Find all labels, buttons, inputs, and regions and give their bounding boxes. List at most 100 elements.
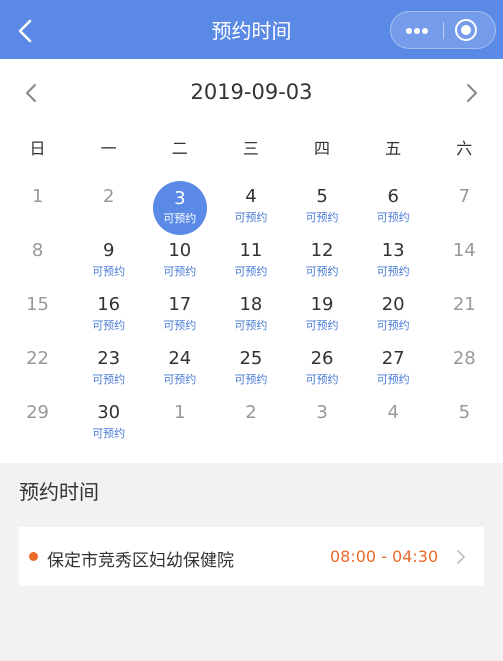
calendar-day[interactable]: 4: [358, 387, 429, 441]
weekday-label: 四: [314, 139, 331, 158]
availability-label: 可预约: [92, 265, 126, 278]
day-number: 25: [239, 348, 263, 369]
navigation-bar: 预约时间: [0, 0, 503, 59]
calendar-day[interactable]: 14: [429, 225, 500, 279]
day-number: 29: [26, 402, 50, 423]
chevron-right-icon: [467, 84, 477, 102]
day-number: 21: [452, 294, 476, 315]
calendar-day[interactable]: 13 可预约: [358, 225, 429, 279]
availability-label: 可预约: [305, 211, 339, 224]
day-number: 13: [381, 240, 405, 261]
weekday-label: 三: [242, 139, 259, 158]
day-number: 3: [316, 402, 328, 423]
day-number: 20: [381, 294, 405, 315]
weekday-label: 五: [385, 139, 402, 158]
availability-label: 可预约: [305, 373, 339, 386]
availability-label: 可预约: [92, 319, 126, 332]
calendar-day[interactable]: 23 可预约: [73, 333, 144, 387]
calendar-day[interactable]: 8: [2, 225, 73, 279]
day-number: 6: [387, 186, 399, 207]
next-month-button[interactable]: [461, 82, 481, 104]
calendar-day-selected[interactable]: 3 可预约: [144, 171, 215, 235]
calendar-day[interactable]: 29: [2, 387, 73, 441]
calendar-day[interactable]: 1: [2, 171, 73, 225]
day-number: 16: [97, 294, 121, 315]
availability-label: 可预约: [305, 319, 339, 332]
calendar-day[interactable]: 20 可预约: [358, 279, 429, 333]
weekday-label: 一: [100, 139, 117, 158]
day-number: 15: [26, 294, 50, 315]
availability-label: 可预约: [163, 265, 197, 278]
calendar-day[interactable]: 9 可预约: [73, 225, 144, 279]
day-number: 30: [97, 402, 121, 423]
status-dot-icon: [29, 552, 38, 561]
calendar-day[interactable]: 15: [2, 279, 73, 333]
calendar-day[interactable]: 26 可预约: [287, 333, 358, 387]
calendar-day[interactable]: 22: [2, 333, 73, 387]
day-number: 5: [458, 402, 471, 423]
day-number: 1: [174, 402, 186, 423]
appointment-item[interactable]: 保定市竞秀区妇幼保健院 08:00 - 04:30: [19, 527, 484, 586]
calendar-day[interactable]: 10 可预约: [144, 225, 215, 279]
calendar-day[interactable]: 7: [429, 171, 500, 225]
day-number: 12: [310, 240, 334, 261]
availability-label: 可预约: [163, 212, 197, 225]
calendar-day[interactable]: 6 可预约: [358, 171, 429, 225]
weekday-header: 日 一 二 三 四 五 六: [2, 135, 500, 159]
availability-label: 可预约: [376, 211, 410, 224]
calendar-day[interactable]: 21: [429, 279, 500, 333]
current-date: 2019-09-03: [190, 80, 313, 104]
availability-label: 可预约: [92, 427, 126, 440]
calendar-day[interactable]: 27 可预约: [358, 333, 429, 387]
day-number: 11: [239, 240, 263, 261]
day-number: 26: [310, 348, 334, 369]
day-number: 4: [245, 186, 257, 207]
capsule-divider: [443, 22, 444, 39]
availability-label: 可预约: [305, 265, 339, 278]
availability-label: 可预约: [163, 373, 197, 386]
calendar-day[interactable]: 30 可预约: [73, 387, 144, 441]
day-number: 9: [102, 240, 115, 261]
availability-label: 可预约: [376, 265, 410, 278]
section-title: 预约时间: [19, 480, 99, 504]
day-number: 4: [387, 402, 399, 423]
calendar-day[interactable]: 28: [429, 333, 500, 387]
calendar-day[interactable]: 5 可预约: [287, 171, 358, 225]
availability-label: 可预约: [234, 211, 268, 224]
calendar-day[interactable]: 18 可预约: [215, 279, 286, 333]
day-number: 5: [316, 186, 328, 207]
calendar-day[interactable]: 24 可预约: [144, 333, 215, 387]
day-number: 17: [168, 294, 192, 315]
month-navigation: 2019-09-03: [0, 59, 503, 127]
calendar-day[interactable]: 12 可预约: [287, 225, 358, 279]
mini-program-capsule: [390, 11, 496, 49]
calendar-day[interactable]: 2: [73, 171, 144, 225]
calendar: 2019-09-03 日 一 二 三 四 五 六 1 2 3 可预约 4 可预约 5 可预约 6…: [0, 59, 503, 463]
day-number: 27: [381, 348, 405, 369]
calendar-day[interactable]: 17 可预约: [144, 279, 215, 333]
calendar-day[interactable]: 11 可预约: [215, 225, 286, 279]
hospital-name: 保定市竞秀区妇幼保健院: [47, 551, 234, 571]
chevron-right-icon: [457, 550, 465, 564]
calendar-day[interactable]: 2: [215, 387, 286, 441]
day-number: 3: [174, 188, 186, 209]
day-number: 28: [452, 348, 476, 369]
more-button[interactable]: [391, 12, 443, 48]
close-button[interactable]: [455, 19, 477, 41]
day-number: 22: [26, 348, 50, 369]
calendar-day[interactable]: 3: [287, 387, 358, 441]
calendar-day[interactable]: 4 可预约: [215, 171, 286, 225]
day-number: 19: [310, 294, 334, 315]
weekday-label: 六: [456, 139, 473, 158]
calendar-day[interactable]: 1: [144, 387, 215, 441]
day-number: 2: [245, 402, 257, 423]
availability-label: 可预约: [234, 373, 268, 386]
day-number: 2: [102, 186, 115, 207]
calendar-day[interactable]: 25 可预约: [215, 333, 286, 387]
day-number: 7: [458, 186, 471, 207]
calendar-day[interactable]: 5: [429, 387, 500, 441]
calendar-day[interactable]: 19 可预约: [287, 279, 358, 333]
availability-label: 可预约: [234, 319, 268, 332]
calendar-day[interactable]: 16 可预约: [73, 279, 144, 333]
day-number: 23: [97, 348, 121, 369]
